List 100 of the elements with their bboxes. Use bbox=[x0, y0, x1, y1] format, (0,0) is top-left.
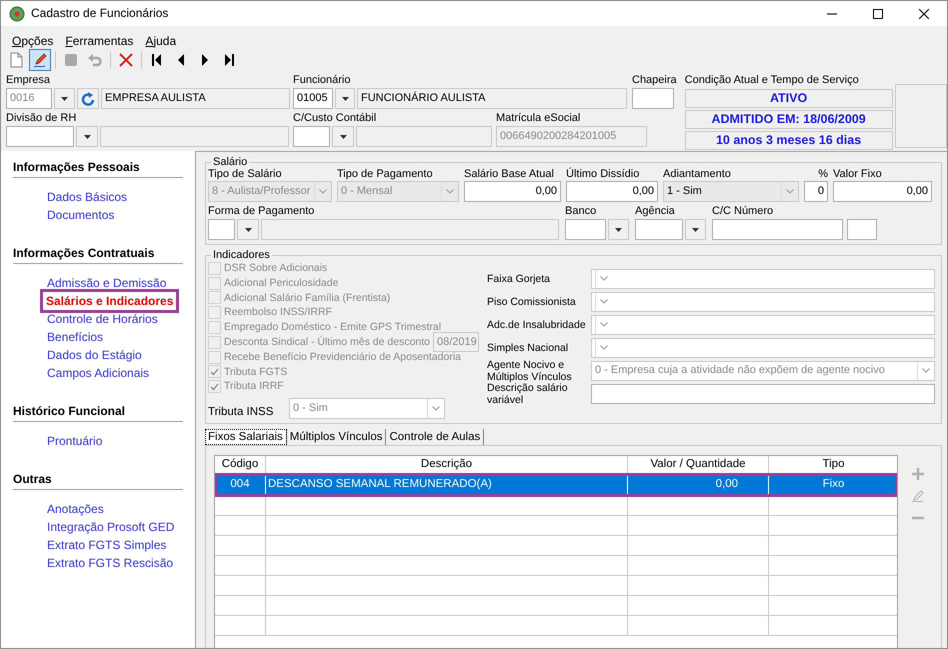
code-field[interactable]: 0016 bbox=[6, 88, 52, 109]
table-cell: Fixo bbox=[769, 474, 897, 496]
text-field[interactable] bbox=[847, 219, 877, 240]
sidebar-link[interactable]: Benefícios bbox=[47, 328, 104, 346]
dropdown[interactable] bbox=[591, 292, 935, 312]
field-label: Tributa INSS bbox=[208, 406, 274, 420]
chevron-icon bbox=[600, 322, 608, 327]
field-label: Adc.de Insalubridade bbox=[487, 318, 587, 330]
dropdown[interactable]: 0 - Empresa cuja a atividade não expõem de agente nocivo bbox=[591, 360, 935, 380]
dropdown-button[interactable] bbox=[54, 88, 75, 109]
field-label: Salário Base Atual bbox=[464, 168, 555, 181]
dropdown[interactable]: 1 - Sim bbox=[663, 181, 799, 202]
status-text: 10 anos 3 meses 16 dias bbox=[684, 131, 893, 150]
code-field[interactable] bbox=[293, 126, 330, 147]
sidebar-link[interactable]: Campos Adicionais bbox=[47, 364, 150, 382]
checkbox-label: Adicional Periculosidade bbox=[224, 276, 338, 290]
name-field[interactable] bbox=[356, 126, 492, 147]
text-field[interactable] bbox=[632, 88, 674, 109]
sidebar-link[interactable]: Dados do Estágio bbox=[47, 346, 142, 364]
sidebar-link[interactable]: Dados Básicos bbox=[47, 188, 128, 206]
menu-item[interactable]: Ajuda bbox=[139, 34, 182, 48]
sidebar-link[interactable]: Anotações bbox=[47, 500, 104, 518]
sidebar-link[interactable]: Admissão e Demissão bbox=[47, 274, 166, 292]
caret-icon bbox=[84, 134, 90, 138]
sidebar-link[interactable]: Documentos bbox=[47, 206, 114, 224]
number-field[interactable]: 0,00 bbox=[464, 181, 561, 202]
table-cell: 004 bbox=[215, 474, 266, 496]
app-icon bbox=[9, 6, 25, 22]
code-field[interactable] bbox=[6, 126, 74, 147]
cross-icon bbox=[118, 52, 134, 68]
name-field[interactable]: EMPRESA AULISTA bbox=[101, 88, 290, 109]
dropdown-button[interactable] bbox=[332, 126, 354, 147]
dropdown-button[interactable] bbox=[76, 126, 98, 147]
refresh-button[interactable] bbox=[77, 88, 99, 109]
empty-cell bbox=[215, 616, 266, 636]
chevron-icon bbox=[446, 189, 454, 194]
undo-icon bbox=[87, 52, 103, 68]
name-field[interactable]: FUNCIONÁRIO AULISTA bbox=[357, 88, 627, 109]
field-label: C/Custo Contábil bbox=[293, 112, 378, 125]
field-label: Agente Nocivo e Múltiplos Vínculos bbox=[487, 358, 573, 382]
dropdown[interactable] bbox=[591, 338, 935, 358]
chevron-icon bbox=[319, 189, 327, 194]
checkbox-label: DSR Sobre Adicionais bbox=[224, 262, 328, 275]
dropdown-button[interactable] bbox=[608, 219, 629, 240]
section-title: Informações Pessoais bbox=[13, 160, 183, 178]
text-field[interactable] bbox=[591, 384, 935, 404]
caret-icon bbox=[244, 228, 252, 232]
code-field[interactable] bbox=[635, 219, 683, 240]
toolbar-button[interactable] bbox=[29, 49, 51, 71]
photo-panel bbox=[894, 84, 947, 148]
document-icon bbox=[8, 52, 24, 68]
square-icon bbox=[63, 52, 79, 68]
status-text: ATIVO bbox=[684, 89, 893, 108]
menu-item[interactable]: Opções bbox=[6, 34, 60, 48]
empty-cell bbox=[215, 576, 266, 596]
empty-cell bbox=[215, 596, 266, 616]
name-field[interactable] bbox=[100, 126, 289, 147]
field-label: Valor Fixo bbox=[833, 168, 883, 181]
window-title: Cadastro de Funcionários bbox=[31, 6, 168, 21]
table-row[interactable]: 004 DESCANSO SEMANAL REMUNERADO(A) 0,00 Fixo bbox=[215, 474, 897, 496]
code-field[interactable] bbox=[565, 219, 606, 240]
field-label: % bbox=[817, 168, 828, 181]
dropdown[interactable] bbox=[591, 314, 935, 334]
code-field[interactable] bbox=[208, 219, 235, 240]
section-title: Outras bbox=[13, 472, 183, 490]
field-label: Adiantamento bbox=[663, 168, 732, 181]
sidebar-link[interactable]: Salários e Indicadores bbox=[43, 292, 176, 310]
dropdown-button[interactable] bbox=[335, 88, 355, 109]
sidebar-link[interactable]: Extrato FGTS Simples bbox=[47, 536, 166, 554]
field-label: Tipo de Salário bbox=[208, 168, 283, 181]
field-label: Agência bbox=[635, 205, 676, 218]
dropdown-button[interactable] bbox=[685, 219, 706, 240]
text-field[interactable] bbox=[712, 219, 843, 240]
checkbox-label: Reembolso INSS/IRRF bbox=[224, 306, 332, 320]
number-field[interactable]: 0 bbox=[804, 181, 828, 202]
field-label: Simples Nacional bbox=[487, 342, 570, 354]
tab[interactable]: Fixos Salariais bbox=[205, 429, 287, 446]
field-label: Empresa bbox=[6, 74, 52, 87]
field-label: Chapeira bbox=[632, 74, 677, 87]
dropdown-button[interactable] bbox=[237, 219, 259, 240]
number-field[interactable]: 0,00 bbox=[833, 181, 932, 202]
sidebar-link[interactable]: Prontuário bbox=[47, 432, 102, 450]
menu-item[interactable]: Ferramentas bbox=[59, 34, 140, 48]
pencil-icon bbox=[32, 52, 48, 68]
code-field[interactable]: 01005 bbox=[293, 88, 333, 109]
table-cell: 0,00 bbox=[628, 474, 769, 496]
field-label: Banco bbox=[565, 205, 598, 218]
sidebar-link[interactable]: Integração Prosoft GED bbox=[47, 518, 174, 536]
name-field[interactable] bbox=[261, 219, 559, 240]
number-field[interactable]: 0,00 bbox=[566, 181, 658, 202]
field-label: Piso Comissionista bbox=[487, 296, 577, 308]
field-label: Condição Atual e Tempo de Serviço bbox=[684, 74, 860, 87]
chevron-icon bbox=[600, 299, 608, 304]
sidebar-link[interactable]: Controle de Horários bbox=[47, 310, 158, 328]
field-label: Tipo de Pagamento bbox=[337, 168, 434, 181]
field-label: Último Dissídio bbox=[566, 168, 640, 181]
checkbox-label: Tributa IRRF bbox=[224, 380, 284, 394]
sidebar-link[interactable]: Extrato FGTS Rescisão bbox=[47, 554, 174, 572]
section-title: Histórico Funcional bbox=[13, 404, 183, 422]
dropdown[interactable] bbox=[591, 268, 935, 288]
